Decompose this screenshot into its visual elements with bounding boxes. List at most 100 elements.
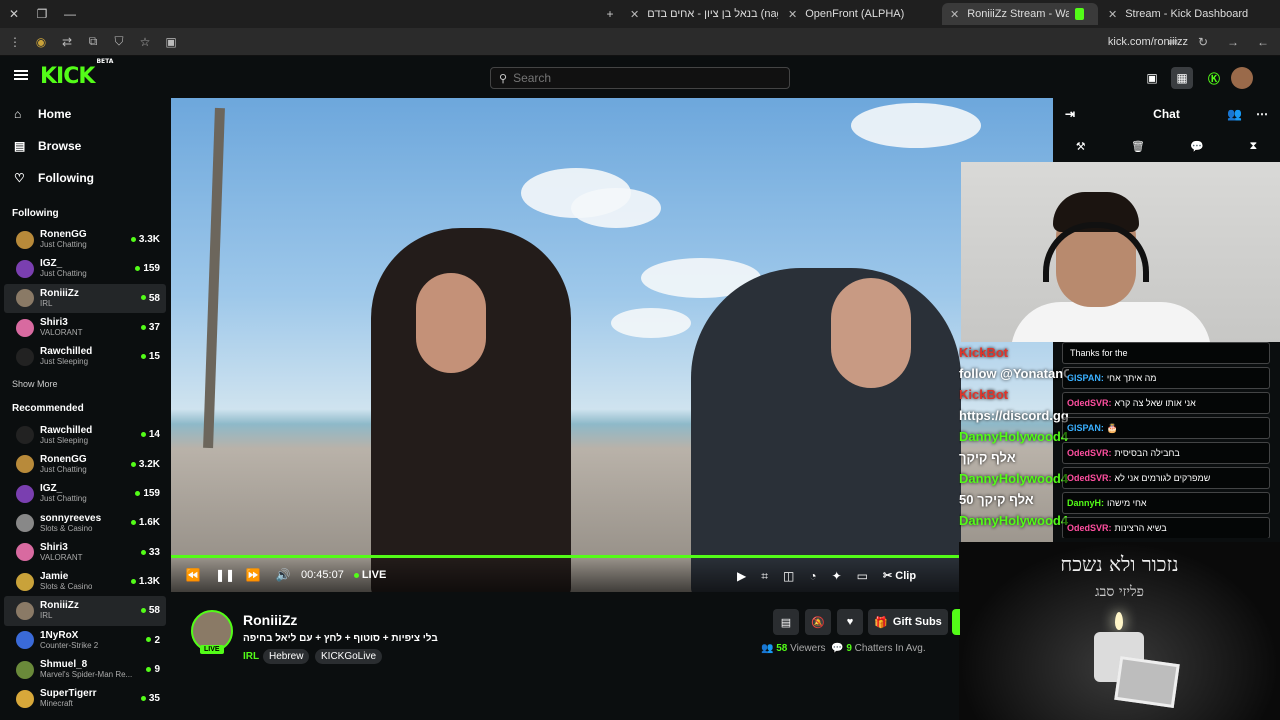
channel-item[interactable]: Shiri3 VALORANT 33 (4, 538, 166, 567)
nav-following[interactable]: ♡ Following (0, 162, 170, 194)
back-icon[interactable]: ← (1252, 31, 1274, 53)
tab-close-icon[interactable]: ✕ (1108, 8, 1117, 21)
user-avatar[interactable] (1231, 67, 1253, 89)
translate-icon[interactable]: ⇄ (56, 31, 78, 53)
dashboard-icon[interactable]: ▦ (1171, 67, 1193, 89)
channel-item[interactable]: Jamie Slots & Casino 1.3K (4, 567, 166, 596)
gift-subs-button[interactable]: 🎁 Gift Subs (868, 609, 948, 635)
nav-browse[interactable]: ▤ Browse (0, 130, 170, 162)
browser-tab-0[interactable]: ✕ בנאל בן ציון - אחים בדם (nagar) (622, 3, 778, 25)
channel-category: Counter-Strike 2 (40, 640, 99, 650)
report-icon[interactable]: ▤ (773, 609, 799, 635)
search-input[interactable] (513, 71, 764, 85)
site-settings-icon[interactable]: ⇌ (1162, 31, 1184, 53)
channel-item[interactable]: Shmuel_8 Marvel's Spider-Man Re... 9 (4, 655, 166, 684)
shield-icon[interactable]: ⛉ (108, 31, 130, 53)
collapse-chat-icon[interactable]: ⇥ (1065, 107, 1075, 121)
stream-category[interactable]: IRL (243, 651, 259, 662)
chat-message[interactable]: OdedSVR: בשיא הרצינות (1062, 517, 1270, 538)
live-indicator[interactable]: LIVE (353, 569, 386, 581)
hammer-icon[interactable]: ⚒ (1076, 140, 1086, 153)
chat-username[interactable]: GISPAN: (1067, 373, 1104, 383)
camera-icon[interactable]: ▶ (737, 569, 746, 584)
new-tab-button[interactable]: + (596, 0, 624, 28)
chat-message[interactable]: OdedSVR: שמפרקים לגורמים אני לא (1062, 467, 1270, 489)
forward-icon[interactable]: → (1222, 31, 1244, 53)
tab-close-icon[interactable]: ✕ (630, 8, 639, 21)
fast-forward-icon[interactable]: ⏩ (245, 568, 261, 582)
chat-username[interactable]: GISPAN: (1067, 423, 1104, 433)
kick-logo[interactable]: KICKBETA (40, 58, 113, 89)
menu-dots-icon[interactable]: ⋮ (4, 31, 26, 53)
viewers-icon: 👥 (761, 643, 774, 654)
search-box[interactable]: ⚲ (490, 67, 790, 89)
tab-close-icon[interactable]: ✕ (950, 8, 959, 21)
home-icon: ⌂ (14, 107, 22, 121)
window-minimize-icon[interactable]: — (56, 0, 84, 28)
chat-username[interactable]: OdedSVR: (1067, 523, 1112, 533)
channel-item[interactable]: IGZ_ Just Chatting 159 (4, 254, 166, 283)
browser-tab-3[interactable]: ✕ Stream - Kick Dashboard (1100, 3, 1256, 25)
vod-icon[interactable]: ▣ (1141, 67, 1163, 89)
hourglass-icon[interactable]: ⧗ (1250, 140, 1258, 153)
video-player[interactable]: ⏪ ❚❚ ⏩ 🔊 00:45:07 LIVE ▶ ⌗ ◫ ◔ ✦ ▭ ✂ Cli… (171, 98, 1053, 592)
chat-message[interactable]: OdedSVR: אני אותו שאל צה קרא (1062, 392, 1270, 414)
notifications-off-icon[interactable]: 🔕 (805, 609, 831, 635)
channel-item[interactable]: RonenGG Just Chatting 3.3K (4, 225, 166, 254)
chat-message[interactable]: Thanks for the (1062, 342, 1270, 364)
overlay-chat-line: DannyHolywood4: 50 לשיר (959, 429, 1069, 444)
bookmark-star-icon[interactable]: ☆ (134, 31, 156, 53)
menu-hamburger-icon[interactable] (14, 70, 28, 80)
reload-icon[interactable]: ↻ (1192, 31, 1214, 53)
chat-bubble-icon[interactable]: 💬 (1190, 140, 1204, 153)
channel-item[interactable]: RonenGG Just Chatting 3.2K (4, 450, 166, 479)
chat-username[interactable]: OdedSVR: (1067, 398, 1112, 408)
pause-icon[interactable]: ❚❚ (215, 568, 235, 582)
chat-message[interactable]: OdedSVR: בחבילה הבסיסית (1062, 442, 1270, 464)
tab-close-icon[interactable]: ✕ (788, 8, 797, 21)
channel-category: Marvel's Spider-Man Re... (40, 670, 133, 679)
window-close-icon[interactable]: ✕ (0, 0, 28, 28)
show-more-button[interactable]: Show More (0, 371, 170, 393)
channel-item[interactable]: Shiri3 VALORANT 37 (4, 313, 166, 342)
crop-icon[interactable]: ⌗ (761, 569, 768, 584)
rewind-icon[interactable]: ⏪ (185, 568, 201, 582)
tag-hebrew[interactable]: Hebrew (263, 649, 310, 664)
trash-icon[interactable]: 🗑 (1131, 140, 1145, 153)
chat-message[interactable]: GISPAN: מה איתך אחי (1062, 367, 1270, 389)
heart-icon[interactable]: ♥ (837, 609, 863, 635)
chat-username[interactable]: DannyH: (1067, 498, 1104, 508)
channel-item[interactable]: Rawchilled Just Sleeping 15 (4, 342, 166, 371)
clip-button[interactable]: ✂ Clip (883, 569, 916, 584)
chat-message[interactable]: GISPAN: 🎂 (1062, 417, 1270, 439)
chat-username[interactable]: OdedSVR: (1067, 473, 1112, 483)
theater-icon[interactable]: ▭ (857, 569, 868, 584)
sparkle-icon[interactable]: ✦ (832, 569, 842, 584)
channel-item[interactable]: IGZ_ Just Chatting 159 (4, 479, 166, 508)
screenshot-icon[interactable]: ⧉ (82, 31, 104, 53)
miniplayer-icon[interactable]: ◫ (783, 569, 794, 584)
follow-button[interactable] (952, 609, 960, 635)
tag-kickgolive[interactable]: KICKGoLive (315, 649, 383, 664)
volume-icon[interactable]: 🔊 (275, 568, 291, 582)
browser-tab-1[interactable]: ✕ OpenFront (ALPHA) ❯ (780, 3, 940, 25)
channel-item[interactable]: Rawchilled Just Sleeping 14 (4, 420, 166, 449)
window-restore-icon[interactable]: ❐ (28, 0, 56, 28)
nav-home[interactable]: ⌂ Home (0, 98, 170, 130)
speed-icon[interactable]: ◔ (809, 569, 816, 584)
chat-message[interactable]: DannyH: אחי מישהו (1062, 492, 1270, 514)
channel-item[interactable]: 1NyRoX Counter-Strike 2 2 (4, 626, 166, 655)
users-icon[interactable]: 👥 (1227, 107, 1242, 121)
more-icon[interactable]: ⋯ (1256, 107, 1268, 121)
reader-icon[interactable]: ▣ (160, 31, 182, 53)
kick-coin-icon[interactable]: Ⓚ (1203, 67, 1225, 89)
streamer-name[interactable]: RoniiiZz (243, 612, 297, 628)
channel-item[interactable]: sonnyreeves Slots & Casino 1.6K (4, 508, 166, 537)
channel-item[interactable]: RoniiiZz IRL 58 (4, 596, 166, 626)
channel-item[interactable]: SuperTigerr Minecraft 35 (4, 684, 166, 713)
extension-icon[interactable]: ◉ (30, 31, 52, 53)
chat-username[interactable]: OdedSVR: (1067, 448, 1112, 458)
channel-item[interactable]: RoniiiZz IRL 58 (4, 283, 166, 313)
browser-tab-2[interactable]: ✕ RoniiiZz Stream - Watch Live (942, 3, 1098, 25)
channel-category: Just Chatting (40, 269, 87, 279)
